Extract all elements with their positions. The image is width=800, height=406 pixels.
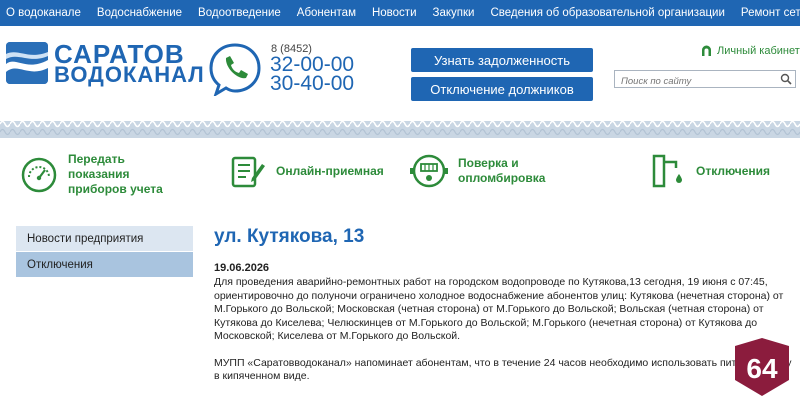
personal-cabinet-link[interactable]: Личный кабинет — [700, 44, 800, 57]
services-row: Передать показания приборов учета Онлайн… — [0, 140, 800, 210]
nav-education-info[interactable]: Сведения об образовательной организации — [490, 7, 724, 19]
phone-icon — [208, 42, 262, 98]
faucet-icon — [652, 154, 682, 188]
top-navigation: О водоканале Водоснабжение Водоотведение… — [0, 0, 800, 26]
article-paragraph-2: МУПП «Саратовводоканал» напоминает абоне… — [214, 356, 792, 383]
submit-meter-readings[interactable]: Передать показания приборов учета — [20, 152, 188, 197]
sidebar: Новости предприятия Отключения — [16, 226, 193, 278]
check-debt-button[interactable]: Узнать задолженность — [411, 48, 593, 72]
nav-procurement[interactable]: Закупки — [433, 7, 475, 19]
service-label-verification: Поверка и опломбировка — [458, 156, 546, 185]
meter-verification[interactable]: Поверка и опломбировка — [410, 152, 558, 190]
service-label-outages: Отключения — [696, 163, 771, 178]
nav-about[interactable]: О водоканале — [6, 7, 81, 19]
service-label-readings: Передать показания приборов учета — [68, 152, 163, 196]
nav-sewerage[interactable]: Водоотведение — [198, 7, 281, 19]
nav-subscribers[interactable]: Абонентам — [297, 7, 356, 19]
phone-number-2[interactable]: 30-40-00 — [270, 72, 354, 96]
wave-divider — [0, 118, 800, 138]
article: ул. Кутякова, 13 19.06.2026 Для проведен… — [214, 226, 794, 384]
water-outages[interactable]: Отключения — [648, 152, 770, 190]
nav-water-supply[interactable]: Водоснабжение — [97, 7, 182, 19]
service-label-reception: Онлайн-приемная — [276, 163, 384, 178]
water-meter-icon — [410, 154, 448, 188]
search-icon[interactable] — [780, 73, 792, 85]
site-search — [614, 70, 796, 90]
article-date: 19.06.2026 — [214, 262, 270, 274]
nav-news[interactable]: Новости — [372, 7, 417, 19]
sidebar-item-outages[interactable]: Отключения — [16, 252, 193, 277]
region-64-badge[interactable]: 64 — [731, 336, 793, 398]
document-pen-icon — [231, 156, 265, 188]
sidebar-item-company-news[interactable]: Новости предприятия — [16, 226, 193, 251]
search-input[interactable] — [615, 73, 775, 90]
site-logo[interactable]: САРАТОВ ВОДОКАНАЛ — [6, 39, 204, 90]
user-icon — [702, 45, 711, 56]
debtor-disconnect-button[interactable]: Отключение должников — [411, 77, 593, 101]
online-reception[interactable]: Онлайн-приемная — [228, 152, 384, 190]
nav-network-repair[interactable]: Ремонт сетей — [741, 7, 800, 19]
personal-cabinet-label: Личный кабинет — [717, 44, 800, 57]
site-header: САРАТОВ ВОДОКАНАЛ 8 (8452) 32-00-00 30-4… — [0, 26, 800, 118]
logo-subtitle: ВОДОКАНАЛ — [54, 62, 205, 87]
article-paragraph-1: Для проведения аварийно-ремонтных работ … — [214, 276, 784, 342]
logo-wave-icon — [6, 42, 48, 84]
gauge-icon — [21, 157, 57, 192]
badge-text: 64 — [746, 353, 778, 384]
article-title: ул. Кутякова, 13 — [214, 226, 365, 247]
